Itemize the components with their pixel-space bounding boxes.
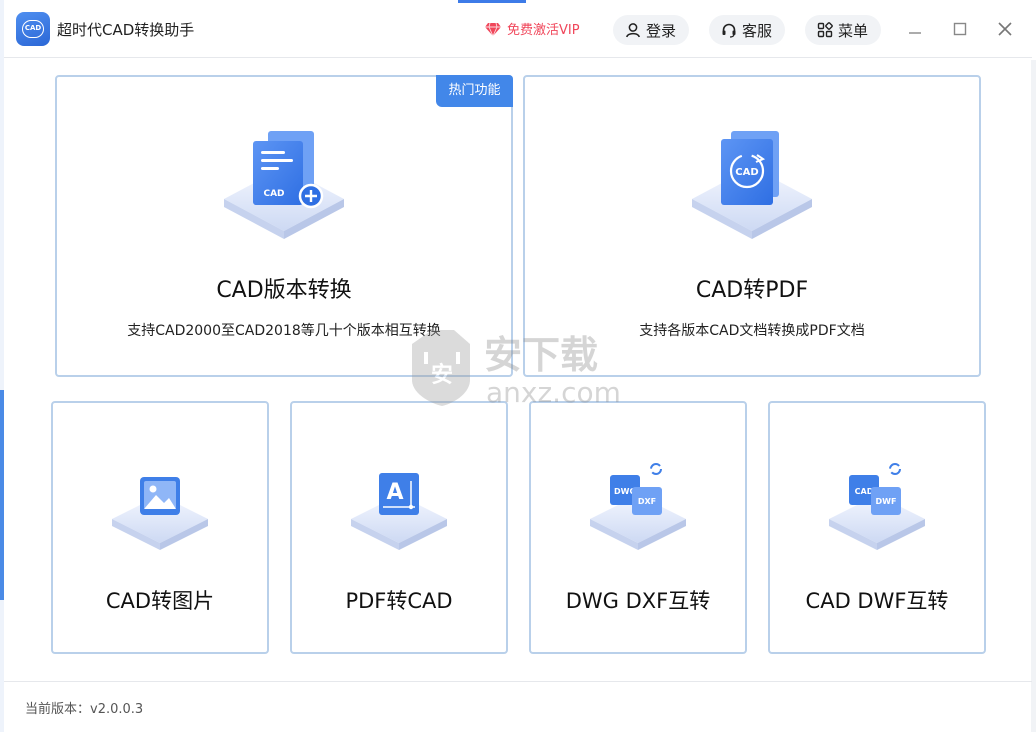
title-bar: CAD 超时代CAD转换助手 免费激活VIP 登录 客服 菜单	[4, 0, 1032, 58]
app-logo-icon: CAD	[16, 12, 50, 46]
cad-to-pdf-icon: CAD	[692, 131, 812, 239]
maximize-button[interactable]	[947, 16, 973, 42]
desktop-edge-right	[1031, 60, 1036, 732]
card-title: CAD版本转换	[216, 278, 352, 303]
watermark-en-text: anxz.com	[486, 376, 621, 408]
card-title: CAD转图片	[105, 589, 215, 613]
app-title: 超时代CAD转换助手	[57, 21, 195, 39]
maximize-icon	[953, 22, 967, 36]
customer-service-button[interactable]: 客服	[709, 15, 785, 45]
service-label: 客服	[742, 21, 773, 40]
card-title: DWG DXF互转	[565, 589, 711, 613]
diamond-icon	[485, 22, 501, 36]
headset-icon	[722, 23, 736, 38]
hot-feature-badge: 热门功能	[436, 75, 513, 107]
dwf-icon-text: DWF	[876, 497, 897, 506]
cad-icon-text: CAD	[735, 167, 758, 178]
image-icon	[112, 477, 208, 550]
minimize-icon	[909, 32, 921, 34]
activate-vip-button[interactable]: 免费激活VIP	[485, 19, 580, 38]
user-icon	[626, 23, 640, 38]
minimize-button[interactable]	[902, 16, 928, 42]
card-dwg-dxf-convert[interactable]: DWG DXF DWG DXF互转	[529, 401, 747, 654]
desktop-edge-left	[0, 0, 4, 732]
menu-button[interactable]: 菜单	[805, 15, 881, 45]
version-label: 当前版本：v2.0.0.3	[25, 702, 144, 717]
close-icon	[998, 22, 1012, 36]
card-pdf-to-cad[interactable]: A PDF转CAD	[290, 401, 508, 654]
letter-a-text: A	[386, 480, 403, 505]
card-cad-to-image[interactable]: CAD转图片	[51, 401, 269, 654]
card-title: CAD转PDF	[695, 278, 809, 303]
login-button[interactable]: 登录	[613, 15, 689, 45]
cad-icon-text: CAD	[855, 487, 874, 496]
svg-text:安: 安	[431, 362, 453, 388]
card-title: CAD DWF互转	[805, 589, 949, 613]
login-label: 登录	[646, 21, 677, 40]
menu-label: 菜单	[838, 21, 869, 40]
footer-divider	[4, 681, 1032, 682]
card-title: PDF转CAD	[345, 589, 453, 613]
dwg-dxf-convert-icon: DWG DXF	[590, 463, 686, 550]
vip-label: 免费激活VIP	[507, 23, 580, 38]
watermark-cn-text: 安下载	[484, 333, 598, 377]
card-cad-dwf-convert[interactable]: CAD DWF CAD DWF互转	[768, 401, 986, 654]
pdf-to-cad-icon: A	[351, 473, 447, 550]
cad-dwf-convert-icon: CAD DWF	[829, 463, 925, 550]
close-button[interactable]	[992, 16, 1018, 42]
cad-version-convert-icon: CAD	[224, 131, 344, 239]
watermark-logo: 安 安下载 anxz.com	[412, 330, 621, 408]
cad-icon-text: CAD	[263, 189, 284, 199]
dxf-icon-text: DXF	[638, 497, 656, 506]
grid-menu-icon	[817, 22, 833, 38]
